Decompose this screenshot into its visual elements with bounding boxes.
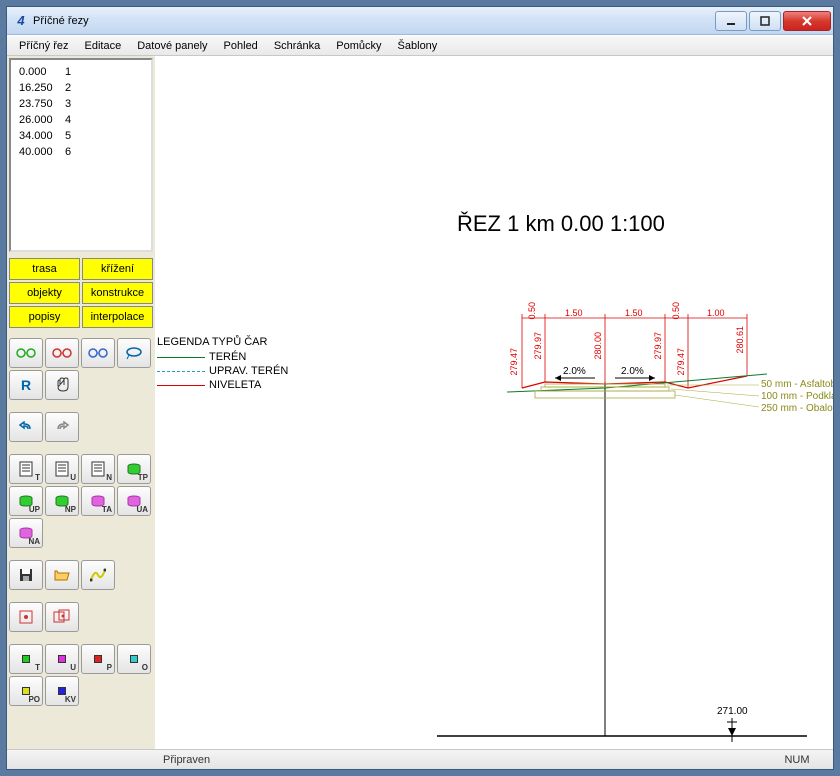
sq-magenta-u-icon[interactable]: U <box>45 644 79 674</box>
legend: LEGENDA TYPŮ ČAR TERÉN UPRAV. TERÉN NIVE… <box>157 336 288 392</box>
menu-editace[interactable]: Editace <box>77 38 130 54</box>
undo-icon[interactable] <box>9 412 43 442</box>
trasa-button[interactable]: trasa <box>9 258 80 280</box>
sheet-t-icon[interactable]: T <box>9 454 43 484</box>
sheet-u-icon[interactable]: U <box>45 454 79 484</box>
window-buttons <box>713 11 831 31</box>
toolbar-undo <box>9 412 153 442</box>
layer-3: 250 mm - Obalované kamenivo OKII <box>761 403 833 414</box>
cross-section-drawing: 0.50 1.50 1.50 0.50 1.00 279.47 279.97 2… <box>437 256 817 749</box>
layer-2: 100 mm - Podkladní beton <box>761 391 833 402</box>
popisy-button[interactable]: popisy <box>9 306 80 328</box>
objekty-button[interactable]: objekty <box>9 282 80 304</box>
lasso-icon[interactable] <box>117 338 151 368</box>
save-icon[interactable] <box>9 560 43 590</box>
open-icon[interactable] <box>45 560 79 590</box>
list-item[interactable]: 23.7503 <box>13 96 149 112</box>
app-window: 4 Příčné řezy Příčný řez Editace Datové … <box>6 6 834 770</box>
list-item[interactable]: 0.0001 <box>13 64 149 80</box>
dim-150b: 1.50 <box>625 308 643 318</box>
toolbar-target <box>9 602 153 632</box>
toolbar-file <box>9 560 153 590</box>
sq-red-p-icon[interactable]: P <box>81 644 115 674</box>
sq-blue-kv-icon[interactable]: KV <box>45 676 79 706</box>
close-button[interactable] <box>783 11 831 31</box>
glasses-blue-icon[interactable] <box>81 338 115 368</box>
slope-left: 2.0% <box>563 366 586 377</box>
toolbar-colors: T U P O PO KV <box>9 644 153 706</box>
section-svg <box>437 256 817 749</box>
glasses-red-icon[interactable] <box>45 338 79 368</box>
window-title: Příčné řezy <box>33 15 713 27</box>
legend-niveleta: NIVELETA <box>157 378 288 392</box>
sheet-n-icon[interactable]: N <box>81 454 115 484</box>
db-up-icon[interactable]: UP <box>9 486 43 516</box>
db-tp-icon[interactable]: TP <box>117 454 151 484</box>
menu-schranka[interactable]: Schránka <box>266 38 328 54</box>
legend-uprav: UPRAV. TERÉN <box>157 364 288 378</box>
target-single-icon[interactable] <box>9 602 43 632</box>
dim-h28000: 280.00 <box>593 332 603 360</box>
dim-050b: 0.50 <box>671 302 681 320</box>
sq-green-t-icon[interactable]: T <box>9 644 43 674</box>
menu-pohled[interactable]: Pohled <box>216 38 266 54</box>
list-item[interactable]: 34.0005 <box>13 128 149 144</box>
section-list[interactable]: 0.0001 16.2502 23.7503 26.0004 34.0005 4… <box>9 58 153 252</box>
menu-sablony[interactable]: Šablony <box>390 38 446 54</box>
dim-h27997b: 279.97 <box>653 332 663 360</box>
redo-icon[interactable] <box>45 412 79 442</box>
dim-h28060: 280.61 <box>735 326 745 354</box>
drawing-canvas[interactable]: LEGENDA TYPŮ ČAR TERÉN UPRAV. TERÉN NIVE… <box>157 56 833 749</box>
list-item[interactable]: 16.2502 <box>13 80 149 96</box>
sidebar: 0.0001 16.2502 23.7503 26.0004 34.0005 4… <box>7 56 157 749</box>
spline-icon[interactable] <box>81 560 115 590</box>
legend-title: LEGENDA TYPŮ ČAR <box>157 336 288 348</box>
slope-right: 2.0% <box>621 366 644 377</box>
db-np-icon[interactable]: NP <box>45 486 79 516</box>
sq-cyan-o-icon[interactable]: O <box>117 644 151 674</box>
list-item[interactable]: 40.0006 <box>13 144 149 160</box>
db-na-icon[interactable]: NA <box>9 518 43 548</box>
hand-icon[interactable] <box>45 370 79 400</box>
title-bar: 4 Příčné řezy <box>7 7 833 35</box>
konstrukce-button[interactable]: konstrukce <box>82 282 153 304</box>
sq-yellow-po-icon[interactable]: PO <box>9 676 43 706</box>
status-bar: Připraven NUM <box>7 749 833 769</box>
toolbar-sheets: T U N TP UP NP TA UA NA <box>9 454 153 548</box>
db-ua-icon[interactable]: UA <box>117 486 151 516</box>
krizeni-button[interactable]: křížení <box>82 258 153 280</box>
dim-050a: 0.50 <box>527 302 537 320</box>
legend-teren: TERÉN <box>157 350 288 364</box>
dim-150a: 1.50 <box>565 308 583 318</box>
toolbar-glasses: R <box>9 338 153 400</box>
target-multi-icon[interactable] <box>45 602 79 632</box>
app-icon: 4 <box>13 13 29 29</box>
dim-h27947b: 279.47 <box>676 348 686 376</box>
dim-h27947a: 279.47 <box>509 348 519 376</box>
status-ready: Připraven <box>163 754 210 766</box>
dim-100: 1.00 <box>707 308 725 318</box>
list-item[interactable]: 26.0004 <box>13 112 149 128</box>
maximize-button[interactable] <box>749 11 781 31</box>
minimize-button[interactable] <box>715 11 747 31</box>
menu-bar: Příčný řez Editace Datové panely Pohled … <box>7 35 833 56</box>
glasses-green-icon[interactable] <box>9 338 43 368</box>
menu-pomucky[interactable]: Pomůcky <box>328 38 389 54</box>
menu-datove-panely[interactable]: Datové panely <box>129 38 215 54</box>
interpolace-button[interactable]: interpolace <box>82 306 153 328</box>
layer-1: 50 mm - Asfaltobeton hrubozrný ABH II <box>761 379 833 390</box>
section-title: ŘEZ 1 km 0.00 1:100 <box>457 211 665 237</box>
dim-h27997a: 279.97 <box>533 332 543 360</box>
r-tool-icon[interactable]: R <box>9 370 43 400</box>
status-num: NUM <box>767 754 827 766</box>
menu-pricny-rez[interactable]: Příčný řez <box>11 38 77 54</box>
base-elevation: 271.00 <box>717 706 748 717</box>
client-area: 0.0001 16.2502 23.7503 26.0004 34.0005 4… <box>7 56 833 749</box>
db-ta-icon[interactable]: TA <box>81 486 115 516</box>
